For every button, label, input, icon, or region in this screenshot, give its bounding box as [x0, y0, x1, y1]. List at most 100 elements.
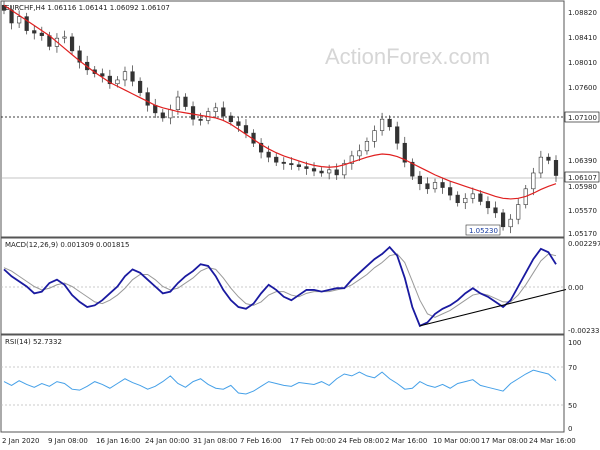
rsi-tick-50: 50	[568, 402, 577, 410]
time-label-11: 17 Mar 08:00	[481, 437, 528, 445]
candle-body	[357, 150, 362, 157]
price-tick-9: 1.05570	[568, 207, 597, 215]
candle-body	[39, 32, 44, 36]
time-label-7: 17 Feb 00:00	[290, 437, 336, 445]
rsi-tick-0: 0	[568, 425, 572, 433]
candle-body	[531, 172, 536, 190]
macd-trendline	[419, 289, 567, 327]
candle-body	[281, 161, 286, 164]
time-label-1: 2 Jan 2020	[2, 437, 40, 445]
price-tick-4: 1.07600	[568, 84, 597, 92]
candle-body	[470, 193, 475, 199]
price-tick-6: 1.06390	[568, 157, 597, 165]
candle-body	[183, 96, 188, 107]
candle-body	[485, 201, 491, 209]
rsi-tick-70: 70	[568, 364, 577, 372]
candle-body	[372, 130, 377, 142]
macd-tick-1: 0.002297	[568, 240, 600, 248]
time-label-3: 16 Jan 16:00	[96, 437, 140, 445]
candle-body	[243, 125, 249, 134]
candle-body	[334, 169, 339, 176]
candle-body	[493, 207, 498, 214]
candle-body	[538, 156, 543, 174]
chart-svg: ActionForex.com EURCHF,H4 1.06116 1.0614…	[0, 0, 600, 445]
candle-body	[546, 156, 551, 161]
candle-body	[289, 163, 294, 166]
candle-body	[69, 36, 75, 52]
candle-body	[448, 187, 453, 196]
candle-body	[387, 118, 392, 128]
candle-body	[62, 36, 67, 39]
candle-body	[425, 183, 430, 190]
candle-body	[319, 170, 324, 174]
time-label-5: 31 Jan 08:00	[193, 437, 237, 445]
candle-body	[417, 175, 422, 185]
candle-body	[266, 151, 271, 158]
price-tick-5: 1.07100	[568, 114, 597, 122]
candle-body	[198, 118, 203, 121]
candle-body	[500, 212, 506, 228]
candle-body	[327, 169, 332, 174]
time-axis: 2 Jan 2020 9 Jan 08:00 16 Jan 16:00 24 J…	[2, 437, 576, 445]
price-tick-3: 1.08010	[568, 59, 597, 67]
price-axis: 1.08820 1.08410 1.08010 1.07600 1.07100 …	[564, 9, 600, 238]
candle-body	[236, 121, 241, 126]
price-tick-7: 1.06107	[568, 174, 597, 182]
candle-body	[228, 115, 233, 123]
candle-body	[455, 194, 460, 204]
time-label-8: 24 Feb 08:00	[338, 437, 384, 445]
price-tick-10: 1.05170	[568, 230, 597, 238]
candle-body	[311, 168, 317, 172]
candle-body	[24, 16, 29, 31]
candle-body	[168, 109, 173, 119]
candle-body	[432, 182, 438, 190]
time-label-12: 24 Mar 16:00	[529, 437, 576, 445]
price-panel-title: EURCHF,H4 1.06116 1.06141 1.06092 1.0610…	[5, 4, 170, 12]
candle-body	[274, 156, 279, 163]
time-label-9: 2 Mar 16:00	[385, 437, 427, 445]
candle-body	[130, 71, 135, 82]
candle-body	[304, 166, 309, 169]
candle-body	[463, 197, 468, 204]
candle-body	[379, 118, 385, 131]
rsi-line	[3, 369, 557, 395]
watermark: ActionForex.com	[325, 44, 490, 69]
candle-body	[508, 218, 513, 228]
candle-body	[9, 10, 14, 24]
candle-body	[221, 107, 226, 117]
candle-body	[395, 126, 400, 144]
candle-body	[138, 80, 143, 93]
candle-body	[478, 193, 483, 202]
candle-body	[32, 30, 37, 34]
rsi-tick-100: 100	[568, 339, 581, 347]
candle-body	[160, 112, 165, 119]
candle-body	[175, 96, 181, 110]
price-tick-8: 1.05980	[568, 183, 597, 191]
rsi-panel-frame	[0, 334, 565, 433]
macd-panel-frame	[0, 237, 565, 335]
candle-body	[145, 92, 150, 106]
price-tick-2: 1.08410	[568, 34, 597, 42]
candle-body	[190, 106, 196, 120]
time-label-2: 9 Jan 08:00	[48, 437, 88, 445]
candle-body	[153, 104, 158, 114]
candle-body	[115, 79, 120, 85]
candle-body	[122, 71, 128, 81]
time-label-6: 7 Feb 16:00	[240, 437, 281, 445]
candle-body	[553, 160, 559, 176]
candle-body	[100, 73, 105, 77]
candle-body	[516, 204, 521, 220]
moving-average-line	[3, 4, 557, 200]
macd-panel-title: MACD(12,26,9) 0.001309 0.001815	[5, 241, 129, 249]
candle-body	[17, 16, 22, 24]
time-label-4: 24 Jan 00:00	[145, 437, 189, 445]
time-label-10: 10 Mar 00:00	[433, 437, 480, 445]
candle-body	[364, 141, 370, 152]
candle-body	[296, 164, 302, 167]
macd-tick-3: -0.002336	[568, 327, 600, 335]
candle-body	[213, 107, 218, 112]
price-tick-1: 1.08820	[568, 9, 597, 17]
low-annotation-label: 1.05230	[469, 227, 498, 235]
macd-line	[3, 245, 557, 328]
candle-body	[440, 182, 445, 188]
